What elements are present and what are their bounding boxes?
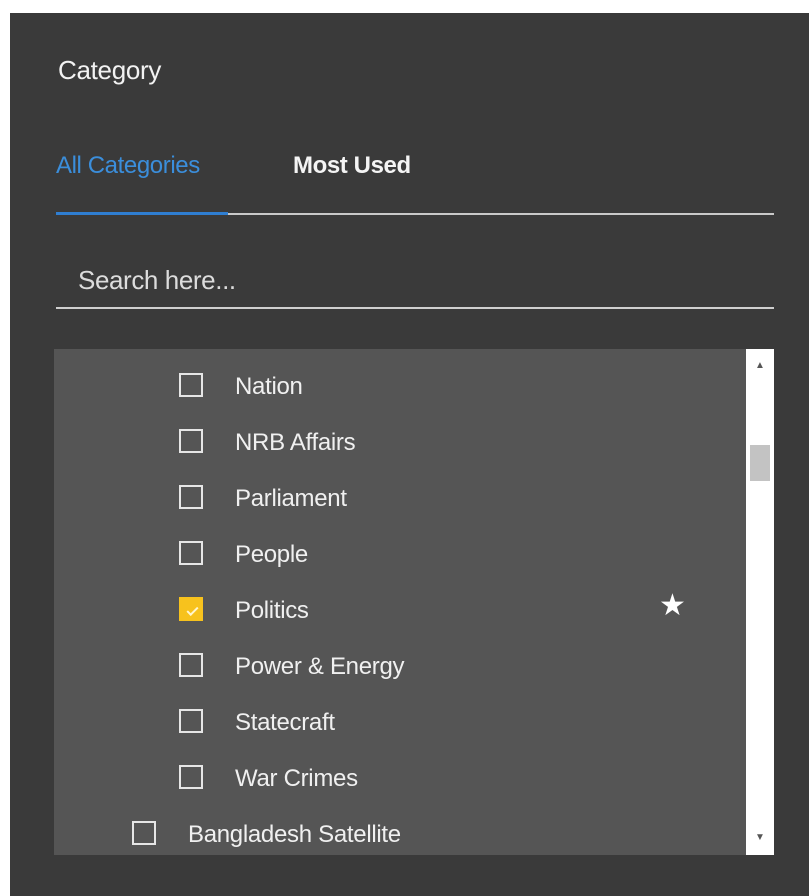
category-label: People — [235, 541, 308, 568]
category-panel: Category All Categories Most Used Nation… — [10, 13, 809, 896]
category-checkbox[interactable] — [179, 765, 203, 789]
tab-all-categories[interactable]: All Categories — [56, 152, 200, 180]
category-checkbox[interactable] — [179, 541, 203, 565]
category-checkbox[interactable] — [179, 429, 203, 453]
list-item[interactable]: Statecraft — [54, 695, 738, 751]
search-input[interactable] — [56, 253, 774, 307]
star-icon[interactable]: ★ — [659, 591, 686, 621]
arrow-up-icon[interactable]: ▲ — [746, 355, 774, 377]
category-list[interactable]: Nation NRB Affairs Parliament People Pol… — [54, 349, 774, 855]
category-label: Bangladesh Satellite — [188, 821, 401, 848]
category-checkbox-checked[interactable] — [179, 597, 203, 621]
category-checkbox[interactable] — [179, 485, 203, 509]
list-item[interactable]: Power & Energy — [54, 639, 738, 695]
tab-most-used[interactable]: Most Used — [293, 152, 411, 180]
list-item[interactable]: War Crimes — [54, 751, 738, 807]
arrow-down-icon[interactable]: ▼ — [746, 827, 774, 849]
category-tabs: All Categories Most Used — [56, 148, 774, 218]
list-item[interactable]: Politics ★ — [54, 583, 738, 639]
list-item[interactable]: Parliament — [54, 471, 738, 527]
panel-title: Category — [58, 55, 162, 85]
category-checkbox[interactable] — [179, 653, 203, 677]
list-item[interactable]: People — [54, 527, 738, 583]
category-label: Power & Energy — [235, 653, 405, 680]
category-label: Politics — [235, 597, 309, 624]
list-item[interactable]: NRB Affairs — [54, 415, 738, 471]
search-underline — [56, 307, 774, 309]
category-label: Nation — [235, 373, 303, 400]
category-checkbox[interactable] — [179, 709, 203, 733]
category-label: War Crimes — [235, 765, 358, 792]
list-item[interactable]: Nation — [54, 359, 738, 415]
category-label: NRB Affairs — [235, 429, 356, 456]
active-tab-indicator — [56, 212, 228, 215]
category-label: Parliament — [235, 485, 347, 512]
category-checkbox[interactable] — [132, 821, 156, 845]
category-label: Statecraft — [235, 709, 335, 736]
scroll-thumb[interactable] — [750, 445, 770, 481]
list-item[interactable]: Bangladesh Satellite — [54, 807, 738, 855]
search-box — [56, 253, 774, 309]
category-checkbox[interactable] — [179, 373, 203, 397]
list-scrollbar[interactable]: ▲ ▼ — [746, 349, 774, 855]
